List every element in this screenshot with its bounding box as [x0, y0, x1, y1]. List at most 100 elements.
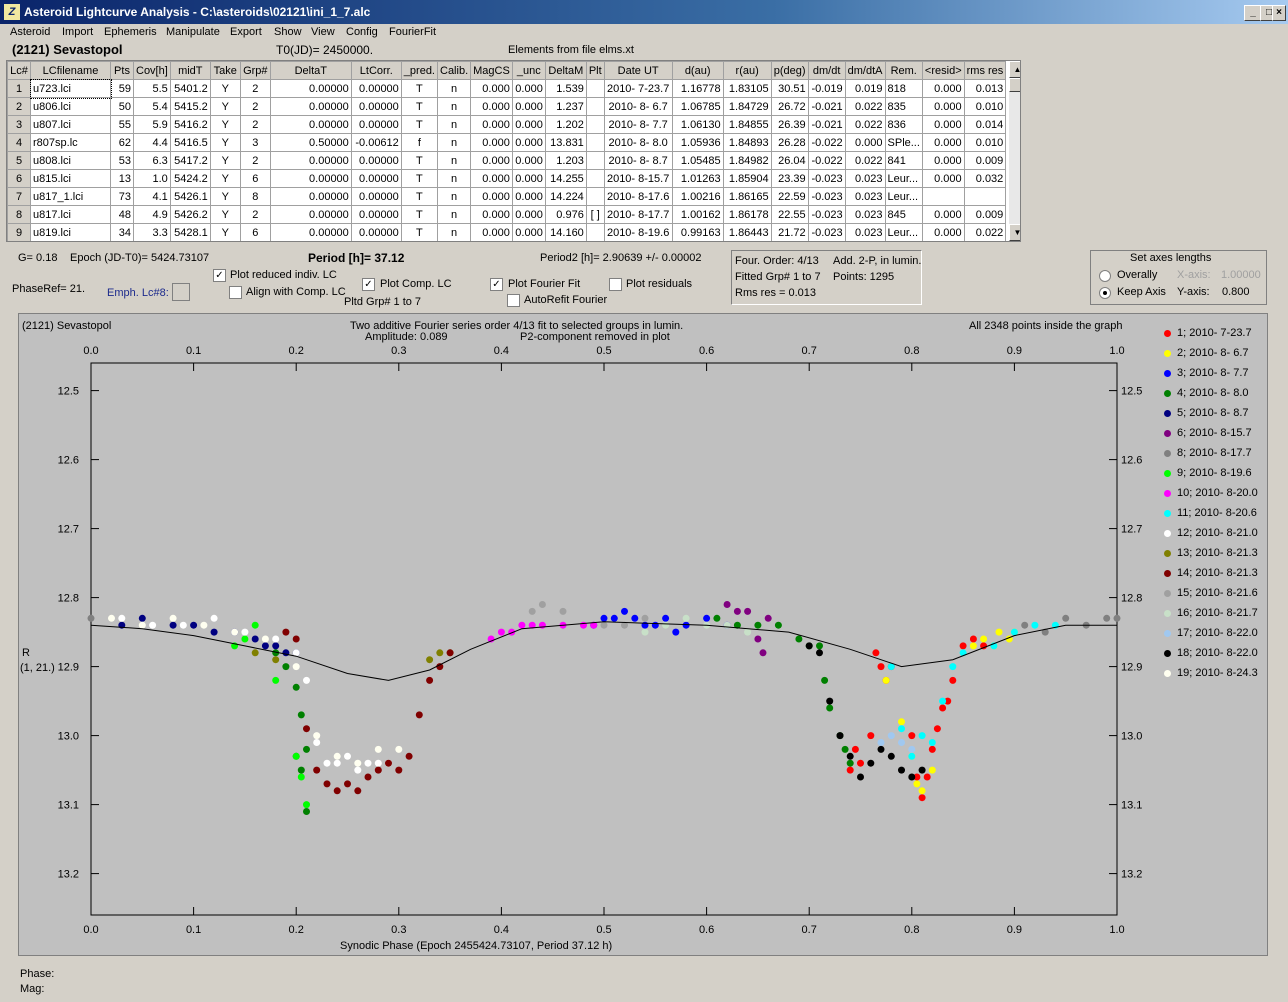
- data-point: [272, 635, 280, 643]
- data-point: [251, 649, 259, 657]
- data-point: [436, 649, 444, 657]
- x-tick-label-top: 0.6: [699, 345, 714, 357]
- data-point: [841, 745, 849, 753]
- data-point: [918, 766, 926, 774]
- data-point: [872, 649, 880, 657]
- data-point: [631, 614, 639, 622]
- legend-marker: [1164, 409, 1171, 417]
- legend-marker: [1164, 369, 1171, 377]
- data-point: [323, 759, 331, 767]
- data-point: [231, 628, 239, 636]
- data-point: [969, 635, 977, 643]
- data-point: [313, 739, 321, 746]
- x-tick-label-top: 0.7: [802, 345, 817, 357]
- data-point: [292, 752, 300, 760]
- x-tick-label: 0.9: [1007, 924, 1022, 936]
- data-point: [928, 739, 936, 746]
- data-point: [908, 745, 916, 753]
- data-point: [918, 787, 926, 795]
- x-tick-label-top: 0.2: [289, 345, 304, 357]
- legend-entry: 2; 2010- 8- 6.7: [1164, 347, 1249, 359]
- data-point: [995, 628, 1003, 636]
- data-point: [774, 621, 782, 629]
- data-point: [877, 745, 885, 753]
- legend-marker: [1164, 649, 1171, 657]
- data-point: [826, 697, 834, 705]
- data-point: [923, 773, 931, 781]
- data-point: [662, 621, 670, 629]
- legend-entry: 9; 2010- 8-19.6: [1164, 467, 1252, 479]
- data-point: [251, 621, 259, 629]
- legend-label: 3; 2010- 8- 7.7: [1177, 367, 1249, 379]
- data-point: [713, 614, 721, 622]
- legend-entry: 15; 2010- 8-21.6: [1164, 587, 1258, 599]
- data-point: [857, 759, 864, 767]
- data-point: [149, 621, 157, 629]
- legend-entry: 10; 2010- 8-20.0: [1164, 487, 1258, 499]
- data-point: [364, 759, 372, 767]
- data-point: [138, 621, 146, 629]
- data-point: [754, 635, 762, 643]
- y-tick-label-right: 12.7: [1121, 524, 1142, 536]
- data-point: [821, 676, 829, 684]
- data-point: [272, 676, 280, 684]
- data-point: [241, 628, 249, 636]
- data-point: [867, 759, 875, 767]
- y-tick-label: 13.1: [58, 800, 79, 812]
- legend-label: 14; 2010- 8-21.3: [1177, 567, 1258, 579]
- x-tick-label-top: 0.1: [186, 345, 201, 357]
- data-point: [374, 745, 382, 753]
- data-point: [682, 614, 690, 622]
- data-point: [877, 663, 885, 671]
- data-point: [292, 635, 300, 643]
- data-point: [210, 614, 218, 622]
- legend-label: 5; 2010- 8- 8.7: [1177, 407, 1249, 419]
- data-point: [303, 801, 310, 809]
- status-phase: Phase:: [20, 968, 55, 980]
- data-point: [703, 614, 711, 622]
- legend-label: 8; 2010- 8-17.7: [1177, 447, 1252, 459]
- y-tick-label: 13.2: [58, 869, 79, 881]
- data-point: [426, 656, 434, 664]
- data-point: [282, 649, 290, 657]
- x-tick-label-top: 0.9: [1007, 345, 1022, 357]
- x-tick-label: 0.2: [289, 924, 304, 936]
- legend-marker: [1164, 669, 1171, 677]
- data-point: [374, 759, 382, 767]
- data-point: [857, 773, 864, 781]
- x-tick-label: 1.0: [1109, 924, 1124, 936]
- legend-entry: 8; 2010- 8-17.7: [1164, 447, 1252, 459]
- data-point: [908, 732, 916, 740]
- data-point: [826, 704, 834, 712]
- legend-label: 10; 2010- 8-20.0: [1177, 487, 1258, 499]
- data-point: [179, 621, 187, 629]
- data-point: [908, 773, 916, 781]
- data-point: [764, 614, 772, 622]
- data-point: [200, 621, 208, 629]
- legend-marker: [1164, 569, 1171, 577]
- data-point: [918, 794, 926, 802]
- data-point: [1010, 628, 1018, 636]
- legend-entry: 6; 2010- 8-15.7: [1164, 427, 1252, 439]
- data-point: [882, 676, 890, 684]
- legend-entry: 5; 2010- 8- 8.7: [1164, 407, 1249, 419]
- legend-label: 19; 2010- 8-24.3: [1177, 667, 1258, 679]
- data-point: [261, 635, 269, 643]
- data-point: [344, 752, 351, 760]
- legend-entry: 18; 2010- 8-22.0: [1164, 647, 1258, 659]
- x-tick-label: 0.8: [904, 924, 919, 936]
- data-point: [426, 676, 434, 684]
- data-point: [169, 621, 177, 629]
- data-point: [297, 711, 305, 719]
- legend-label: 15; 2010- 8-21.6: [1177, 587, 1258, 599]
- data-point: [733, 607, 741, 615]
- y-tick-label-right: 12.8: [1121, 593, 1142, 605]
- data-point: [1021, 621, 1029, 629]
- x-tick-label-top: 1.0: [1109, 345, 1124, 357]
- data-point: [913, 780, 921, 788]
- data-point: [415, 711, 423, 719]
- data-point: [354, 759, 362, 767]
- data-point: [303, 676, 310, 684]
- data-point: [939, 704, 947, 712]
- y-tick-label: 12.7: [58, 524, 79, 536]
